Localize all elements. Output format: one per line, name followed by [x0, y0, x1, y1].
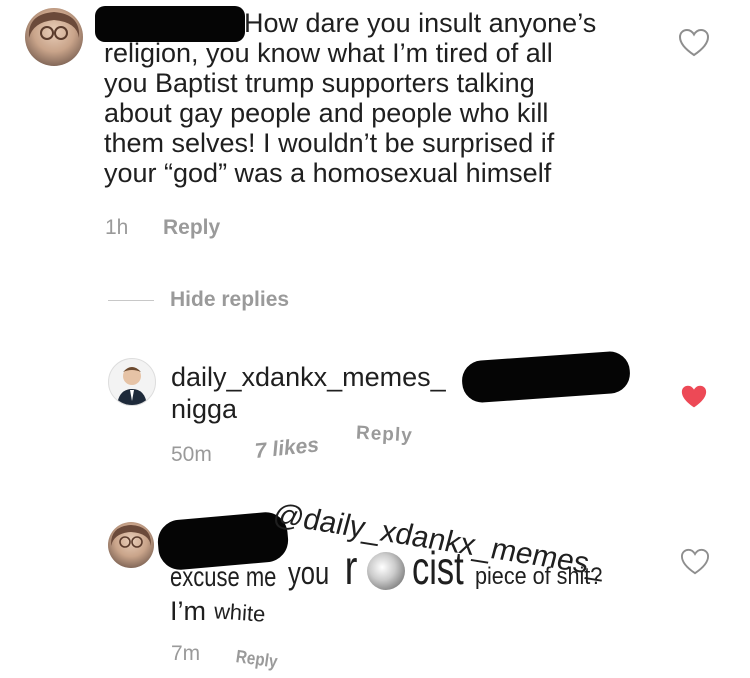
reply-button[interactable]: Reply [235, 646, 279, 673]
reply-time: 50m [171, 443, 212, 466]
avatar-face-icon [110, 525, 152, 548]
reply-text: nigga [171, 394, 238, 424]
reply-button[interactable]: Reply [355, 423, 414, 448]
avatar[interactable] [108, 522, 154, 568]
reply-time: 7m [171, 642, 201, 665]
avatar[interactable] [108, 358, 156, 406]
avatar-face-icon [28, 12, 80, 40]
comment-time: 1h [105, 216, 129, 239]
heart-filled-icon[interactable] [680, 384, 708, 410]
reply-button[interactable]: Reply [163, 216, 220, 240]
face-emoji-icon [366, 552, 405, 590]
avatar[interactable] [25, 8, 83, 66]
reply-username[interactable]: daily_xdankx_memes_ [171, 362, 446, 392]
heart-icon[interactable] [680, 548, 710, 576]
reply-text: excuse me you r cist piece of shit? [170, 542, 602, 595]
avatar-man-icon [117, 367, 147, 405]
username-redaction [460, 350, 632, 404]
hide-replies-button[interactable]: Hide replies [170, 288, 289, 312]
divider [108, 300, 154, 301]
likes-count[interactable]: 7 likes [254, 433, 320, 464]
reply-text-line2: I’m white [170, 596, 266, 627]
heart-icon[interactable] [678, 28, 710, 58]
comment-text: How dare you insult anyone’s religion, y… [104, 8, 597, 188]
